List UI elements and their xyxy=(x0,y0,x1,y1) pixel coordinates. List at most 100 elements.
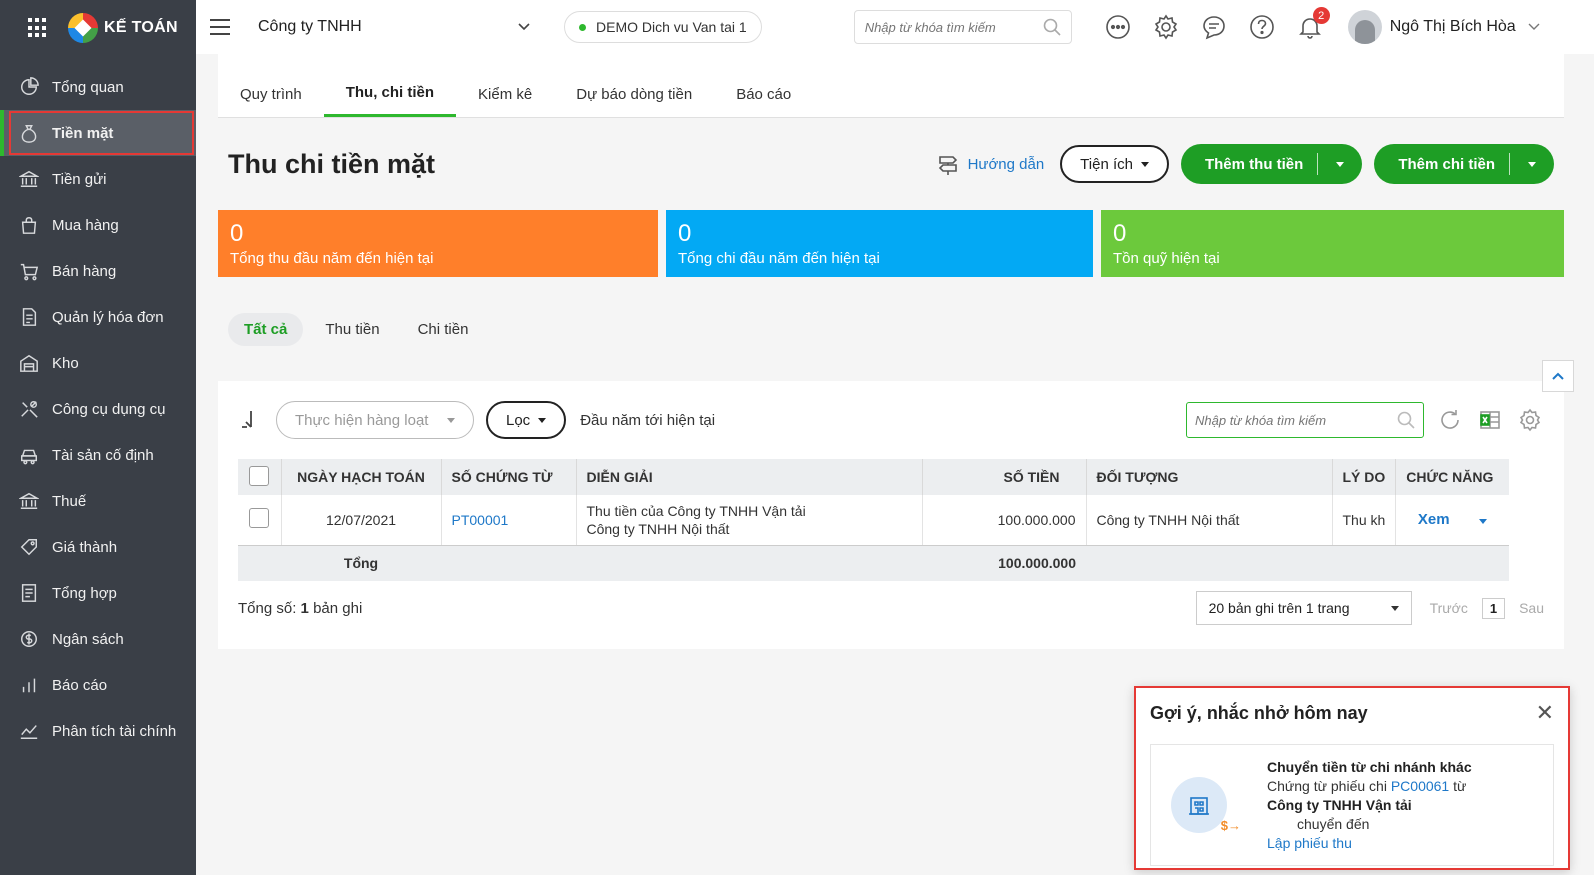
filter-tab-0[interactable]: Tất cả xyxy=(228,312,304,346)
col-amount[interactable]: SỐ TIỀN xyxy=(922,459,1087,495)
reminder-header: Gợi ý, nhắc nhở hôm nay ✕ xyxy=(1150,698,1554,728)
sidebar-item-label: Công cụ dụng cụ xyxy=(52,400,166,418)
sidebar-item-10[interactable]: Giá thành xyxy=(0,524,196,570)
sidebar-item-12[interactable]: Ngân sách xyxy=(0,616,196,662)
chevron-down-icon[interactable] xyxy=(518,21,530,33)
sidebar-item-0[interactable]: Tổng quan xyxy=(0,64,196,110)
sidebar-item-5[interactable]: Quản lý hóa đơn xyxy=(0,294,196,340)
add-receipt-dropdown[interactable] xyxy=(1318,161,1362,167)
tab-2[interactable]: Kiểm kê xyxy=(456,71,554,117)
row-checkbox[interactable] xyxy=(249,508,270,529)
sidebar-item-6[interactable]: Kho xyxy=(0,340,196,386)
sidebar-item-label: Kho xyxy=(52,354,79,372)
sidebar-item-8[interactable]: Tài sản cố định xyxy=(0,432,196,478)
user-menu[interactable]: Ngô Thị Bích Hòa xyxy=(1347,10,1540,44)
more-apps-icon[interactable] xyxy=(1104,13,1132,41)
scroll-to-top-button[interactable] xyxy=(1542,360,1574,392)
add-payment-button[interactable]: Thêm chi tiền xyxy=(1374,144,1554,184)
total-spacer xyxy=(441,545,576,581)
dashboard-icon xyxy=(18,76,40,98)
refresh-icon[interactable] xyxy=(1436,406,1464,434)
search-icon[interactable] xyxy=(1043,18,1061,36)
sidebar-item-7[interactable]: Công cụ dụng cụ xyxy=(0,386,196,432)
filter-button[interactable]: Lọc xyxy=(486,401,567,439)
table-search-input[interactable] xyxy=(1195,412,1397,428)
col-date[interactable]: NGÀY HẠCH TOÁN xyxy=(281,459,442,495)
reminder-transferred: chuyển đến xyxy=(1297,815,1370,832)
sidebar-item-1[interactable]: Tiền mặt xyxy=(0,110,196,156)
sidebar-item-label: Ngân sách xyxy=(52,630,124,648)
add-payment-label[interactable]: Thêm chi tiền xyxy=(1374,153,1510,175)
database-pill[interactable]: DEMO Dich vu Van tai 1 xyxy=(564,11,762,43)
card-label: Tổng chi đầu năm đến hiện tại xyxy=(678,250,880,267)
tab-3[interactable]: Dự báo dòng tiền xyxy=(554,71,714,117)
global-search-input[interactable] xyxy=(864,19,1043,35)
filter-label: Lọc xyxy=(506,411,531,429)
col-description[interactable]: DIỄN GIẢI xyxy=(576,459,923,495)
sidebar-item-label: Mua hàng xyxy=(52,216,119,234)
apps-grid-icon[interactable] xyxy=(28,18,48,38)
select-all-checkbox[interactable] xyxy=(249,465,270,486)
search-icon[interactable] xyxy=(1397,411,1415,429)
sidebar-item-14[interactable]: Phân tích tài chính xyxy=(0,708,196,754)
bulk-action-button[interactable]: Thực hiện hàng loạt xyxy=(276,401,474,439)
excel-export-icon[interactable] xyxy=(1476,406,1504,434)
chevron-down-icon[interactable] xyxy=(1528,21,1540,33)
filter-tab-1[interactable]: Thu tiền xyxy=(309,313,395,346)
help-icon[interactable] xyxy=(1248,13,1276,41)
total-spacer xyxy=(1332,545,1396,581)
tab-0[interactable]: Quy trình xyxy=(218,71,324,117)
reminder-line: Chứng từ phiếu chi PC00061 từ xyxy=(1267,777,1472,796)
filter-tab-2[interactable]: Chi tiền xyxy=(402,313,485,346)
sidebar-item-13[interactable]: Báo cáo xyxy=(0,662,196,708)
description-line: Thu tiền của Công ty TNHH Vận tải xyxy=(586,502,806,519)
company-selector[interactable]: Công ty TNHH xyxy=(258,18,518,36)
col-object[interactable]: ĐỐI TƯỢNG xyxy=(1086,459,1333,495)
total-receipts-card: 0 Tổng thu đầu năm đến hiện tại xyxy=(218,210,658,277)
total-label: Tổng xyxy=(281,545,441,581)
add-receipt-label[interactable]: Thêm thu tiền xyxy=(1181,153,1319,175)
tab-1[interactable]: Thu, chi tiền xyxy=(323,71,457,117)
daily-reminder-popup: Gợi ý, nhắc nhở hôm nay ✕ $→ Chuyển tiền… xyxy=(1134,686,1570,870)
sidebar-item-label: Giá thành xyxy=(52,538,118,556)
current-page[interactable]: 1 xyxy=(1481,597,1506,619)
table-row[interactable]: 12/07/2021 PT00001 Thu tiền của Công ty … xyxy=(238,495,1509,546)
sidebar-item-11[interactable]: Tổng hợp xyxy=(0,570,196,616)
add-payment-dropdown[interactable] xyxy=(1510,161,1554,167)
money-transfer-icon: $→ xyxy=(1220,818,1241,833)
reminder-doc-link[interactable]: PC00061 xyxy=(1391,778,1449,794)
cell-description: Thu tiền của Công ty TNHH Vận tải Công t… xyxy=(576,495,923,546)
gear-icon[interactable] xyxy=(1152,13,1180,41)
view-link[interactable]: Xem xyxy=(1418,511,1450,528)
page-size-select[interactable]: 20 bản ghi trên 1 trang xyxy=(1195,591,1412,625)
tab-4[interactable]: Báo cáo xyxy=(714,71,813,117)
chat-icon[interactable] xyxy=(1200,13,1228,41)
utilities-button[interactable]: Tiện ích xyxy=(1060,145,1169,183)
global-search[interactable] xyxy=(853,10,1072,44)
row-actions-dropdown-icon[interactable] xyxy=(1479,519,1488,525)
add-receipt-button[interactable]: Thêm thu tiền xyxy=(1180,144,1363,184)
table-header-row: NGÀY HẠCH TOÁN SỐ CHỨNG TỪ DIỄN GIẢI SỐ … xyxy=(238,459,1509,495)
table-settings-icon[interactable] xyxy=(1516,406,1544,434)
close-icon[interactable]: ✕ xyxy=(1536,700,1554,726)
menu-toggle-icon[interactable] xyxy=(210,19,230,35)
brand-bar: KẾ TOÁN xyxy=(0,0,196,56)
shopping-bag-icon xyxy=(18,214,40,236)
sidebar-item-9[interactable]: Thuế xyxy=(0,478,196,524)
sidebar-item-3[interactable]: Mua hàng xyxy=(0,202,196,248)
guide-link[interactable]: Hướng dẫn xyxy=(936,152,1044,176)
create-receipt-link[interactable]: Lập phiếu thu xyxy=(1267,834,1472,853)
prev-page-button[interactable]: Trước xyxy=(1430,600,1468,616)
table-search[interactable] xyxy=(1186,402,1424,438)
col-doc-no[interactable]: SỐ CHỨNG TỪ xyxy=(441,459,577,495)
content: Quy trình Thu, chi tiền Kiểm kê Dự báo dòng… xyxy=(218,54,1564,649)
sort-icon[interactable] xyxy=(238,408,260,433)
next-page-button[interactable]: Sau xyxy=(1519,600,1544,616)
notification-bell-icon[interactable]: 2 xyxy=(1296,7,1330,41)
sidebar-item-4[interactable]: Bán hàng xyxy=(0,248,196,294)
col-reason[interactable]: LÝ DO xyxy=(1332,459,1397,495)
sidebar-item-2[interactable]: Tiền gửi xyxy=(0,156,196,202)
doc-no-link[interactable]: PT00001 xyxy=(452,512,509,528)
sidebar-item-label: Tiền gửi xyxy=(52,170,107,188)
signpost-icon xyxy=(938,156,957,175)
